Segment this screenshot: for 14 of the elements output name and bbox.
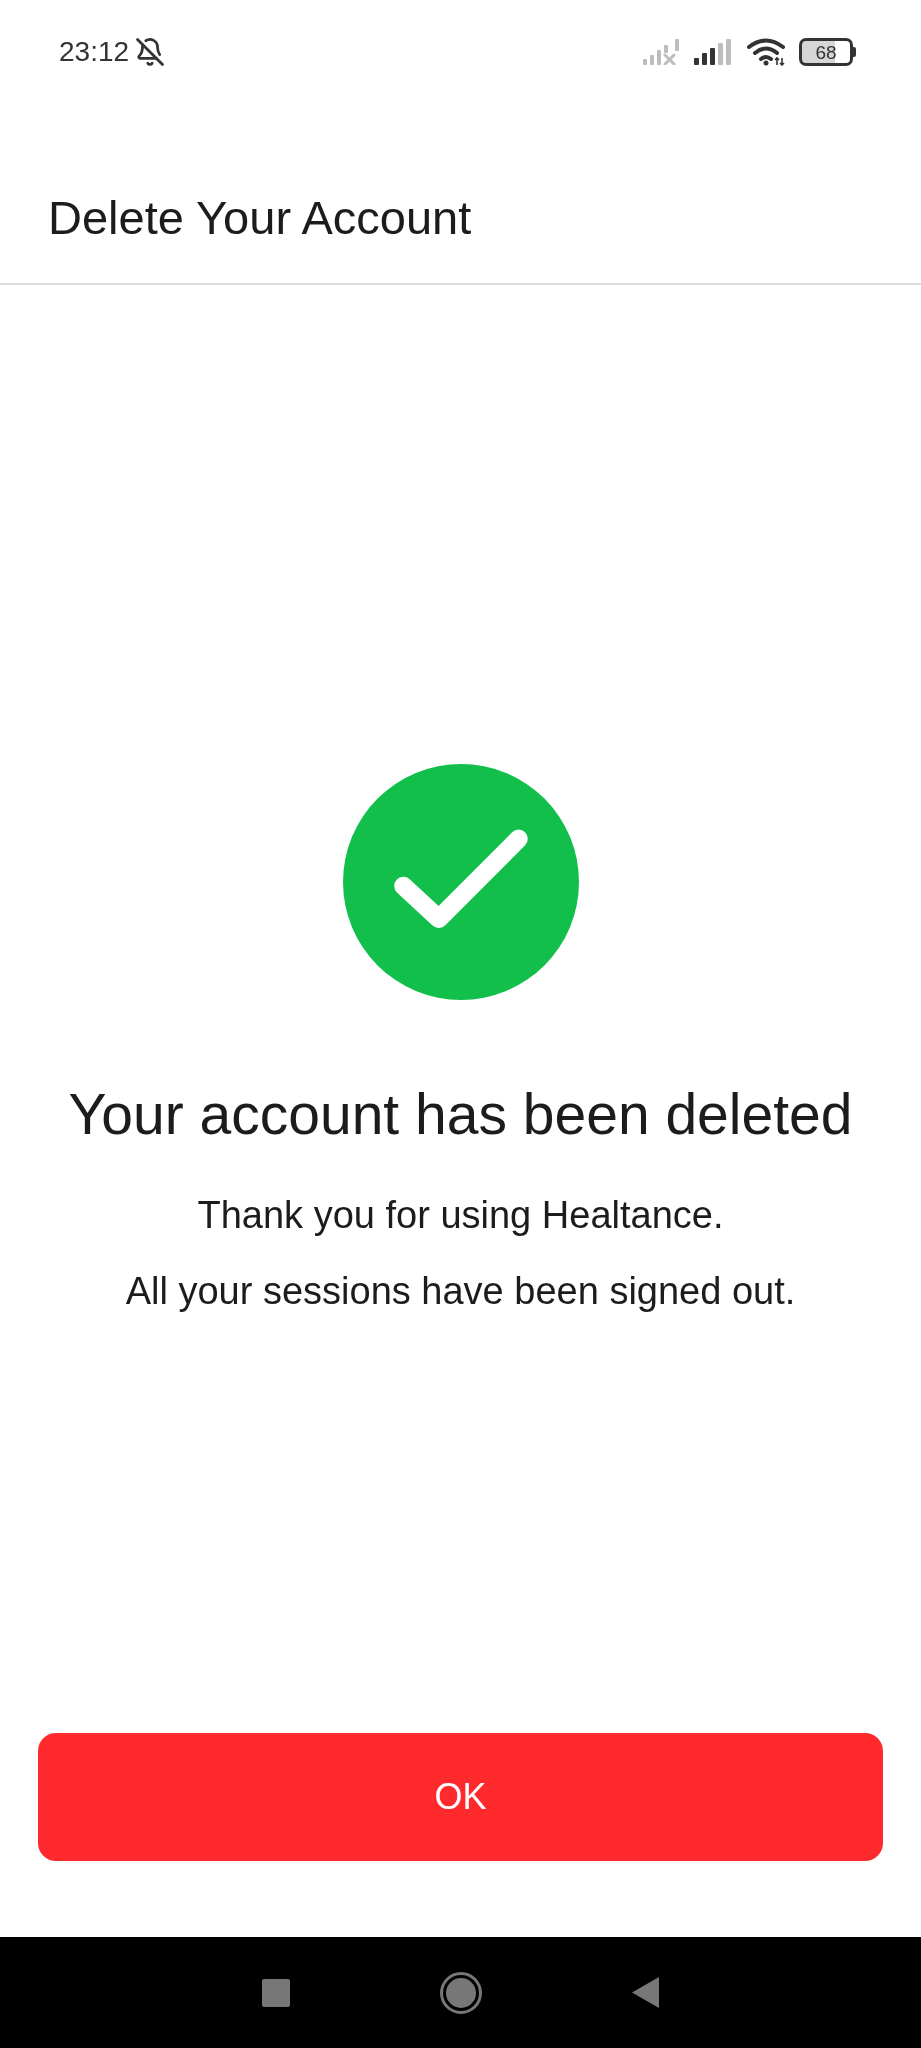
wifi-icon: [747, 38, 787, 66]
no-signal-icon: [643, 39, 682, 65]
success-heading: Your account has been deleted: [68, 1081, 853, 1148]
message-text: Thank you for using Healtance.: [197, 1193, 724, 1238]
square-nav-icon[interactable]: [262, 1978, 290, 2007]
back-icon[interactable]: [632, 1977, 659, 2008]
home-circle-icon[interactable]: [440, 1971, 482, 2014]
status-time: 23:12: [59, 38, 130, 66]
ok-button[interactable]: OK: [38, 1733, 883, 1861]
battery-indicator: 68: [799, 38, 856, 66]
muted-bell-icon: [135, 37, 166, 67]
message-text: All your sessions have been signed out.: [125, 1269, 796, 1314]
success-check-icon: [342, 764, 579, 1000]
page-title: Delete Your Account: [48, 190, 472, 246]
